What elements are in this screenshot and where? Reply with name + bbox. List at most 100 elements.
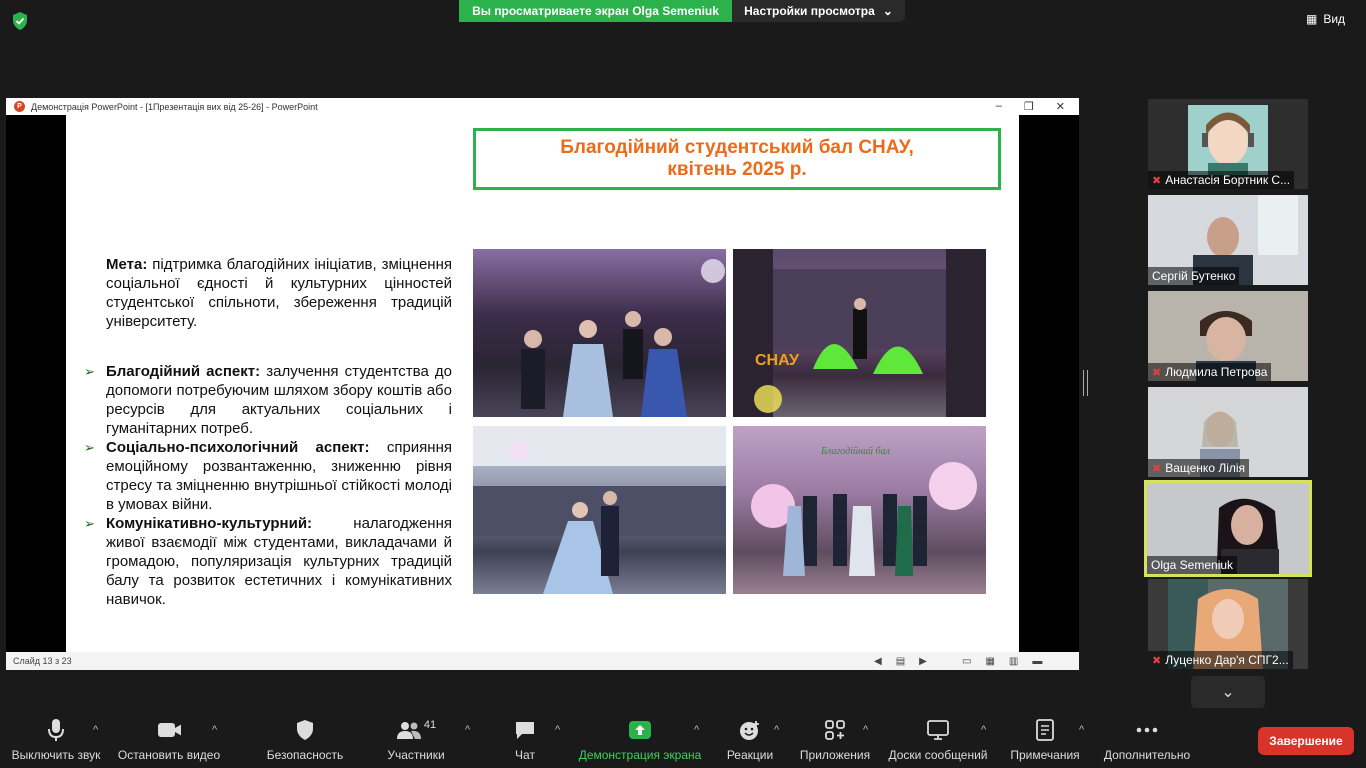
scroll-participants-down-button[interactable]: ⌄ — [1191, 676, 1265, 708]
ball-photo-hall — [473, 426, 726, 594]
participant-tile-active-speaker[interactable]: Olga Semeniuk — [1144, 480, 1312, 577]
security-label: Безопасность — [266, 748, 344, 762]
participants-options-caret-icon[interactable]: ^ — [465, 724, 470, 736]
resize-handle[interactable] — [1083, 370, 1088, 396]
minimize-icon[interactable]: – — [996, 100, 1002, 113]
slideshow-icon[interactable]: ▬ — [1032, 656, 1042, 667]
whiteboards-options-caret-icon[interactable]: ^ — [981, 724, 986, 736]
whiteboards-button[interactable]: Доски сообщений — [886, 712, 990, 768]
end-meeting-button[interactable]: Завершение — [1258, 727, 1354, 755]
participant-tile[interactable]: ✖ Анастасія Бортник С... — [1148, 99, 1308, 189]
close-icon[interactable]: ✕ — [1056, 100, 1065, 113]
notes-button[interactable]: Примечания — [1008, 712, 1082, 768]
screen-share-banner: Вы просматриваете экран Olga Semeniuk На… — [459, 0, 905, 22]
reading-view-icon[interactable]: ▥ — [1009, 656, 1018, 667]
whiteboard-icon — [926, 718, 950, 742]
grid-view-icon: ▦ — [1306, 12, 1318, 26]
stop-video-button[interactable]: Остановить видео — [116, 712, 222, 768]
chat-button[interactable]: Чат — [505, 712, 545, 768]
participant-name: Луценко Дар'я СПГ2... — [1165, 653, 1289, 667]
avatar — [1188, 105, 1268, 175]
goal-paragraph: Мета: підтримка благодійних ініціатив, з… — [106, 255, 452, 331]
ppt-window-title: Демонстрація PowerPoint - [1Презентація … — [31, 101, 318, 112]
previous-slide-icon[interactable]: ◀ — [874, 656, 882, 667]
security-shield-icon — [293, 718, 317, 742]
slide-sorter-icon[interactable]: ▦ — [985, 656, 994, 667]
notes-label: Примечания — [1010, 748, 1080, 762]
powerpoint-logo-icon: P — [14, 101, 25, 112]
arrow-bullet-icon: ➢ — [84, 516, 95, 531]
ball-photo-dance: СНАУ — [733, 249, 986, 417]
view-options-label: Настройки просмотра — [744, 4, 875, 18]
apps-options-caret-icon[interactable]: ^ — [863, 724, 868, 736]
chevron-down-icon: ⌄ — [1221, 684, 1235, 701]
bullet-label: Соціально-психологічний аспект: — [106, 439, 370, 456]
bullet-communicative: ➢ Комунікативно-культурний: налагодження… — [84, 514, 452, 609]
bullet-psychological: ➢ Соціально-психологічний аспект: сприян… — [84, 438, 452, 514]
apps-grid-icon — [823, 718, 847, 742]
security-shield-icon[interactable] — [10, 11, 30, 31]
share-options-caret-icon[interactable]: ^ — [694, 724, 699, 736]
reactions-button[interactable]: Реакции — [722, 712, 778, 768]
end-meeting-label: Завершение — [1269, 734, 1343, 748]
participant-tile[interactable]: ✖ Луценко Дар'я СПГ2... — [1148, 579, 1308, 669]
participant-name: Olga Semeniuk — [1151, 558, 1234, 572]
participant-tile[interactable]: ✖ Людмила Петрова — [1148, 291, 1308, 381]
slide-title-line2: квітень 2025 р. — [667, 159, 807, 180]
participants-count: 41 — [423, 719, 437, 731]
participant-name: Ващенко Лілія — [1165, 461, 1246, 475]
video-options-caret-icon[interactable]: ^ — [212, 724, 217, 736]
ppt-title-bar: P Демонстрація PowerPoint - [1Презентаці… — [6, 98, 1079, 115]
mic-muted-icon: ✖ — [1152, 174, 1162, 187]
share-banner-text: Вы просматриваете экран Olga Semeniuk — [459, 0, 732, 22]
view-options-button[interactable]: Настройки просмотра ⌄ — [732, 0, 905, 22]
ball-photo-procession — [473, 249, 726, 417]
participant-name: Анастасія Бортник С... — [1165, 173, 1291, 187]
view-button-label: Вид — [1323, 12, 1346, 26]
powerpoint-window: P Демонстрація PowerPoint - [1Презентаці… — [6, 98, 1079, 670]
mute-button[interactable]: Выключить звук — [10, 712, 102, 768]
apps-button[interactable]: Приложения — [797, 712, 873, 768]
slide-menu-icon[interactable]: ▤ — [896, 656, 905, 667]
slide-title-line1: Благодійний студентський бал СНАУ, — [560, 137, 914, 158]
svg-text:СНАУ: СНАУ — [755, 352, 800, 369]
mute-label: Выключить звук — [11, 748, 101, 762]
participant-name: Сергій Бутенко — [1152, 269, 1236, 283]
normal-view-icon[interactable]: ▭ — [962, 656, 971, 667]
ball-photo-winners: Благодійний бал — [733, 426, 986, 594]
bullet-label: Комунікативно-культурний: — [106, 515, 313, 532]
security-button[interactable]: Безопасность — [262, 712, 348, 768]
notes-icon — [1033, 718, 1057, 742]
participants-button[interactable]: 41 Участники — [384, 712, 448, 768]
participants-label: Участники — [387, 748, 445, 762]
more-dots-icon — [1135, 718, 1159, 742]
apps-label: Приложения — [799, 748, 871, 762]
slide-counter: Слайд 13 з 23 — [13, 656, 72, 666]
bullet-label: Благодійний аспект: — [106, 363, 261, 380]
audio-options-caret-icon[interactable]: ^ — [93, 724, 98, 736]
svg-text:Благодійний бал: Благодійний бал — [820, 446, 890, 457]
whiteboards-label: Доски сообщений — [888, 748, 988, 762]
ppt-status-bar: Слайд 13 з 23 ◀ ▤ ▶ ▭ ▦ ▥ ▬ — [6, 652, 1079, 670]
reactions-options-caret-icon[interactable]: ^ — [774, 724, 779, 736]
arrow-bullet-icon: ➢ — [84, 364, 95, 379]
stop-video-label: Остановить видео — [117, 748, 221, 762]
chat-label: Чат — [515, 748, 535, 762]
more-label: Дополнительно — [1103, 748, 1191, 762]
chevron-down-icon: ⌄ — [882, 4, 893, 18]
restore-icon[interactable]: ❐ — [1024, 100, 1034, 113]
bullet-charity: ➢ Благодійний аспект: залучення студентс… — [84, 362, 452, 438]
slide-title-box: Благодійний студентський бал СНАУ, квіте… — [473, 128, 1001, 190]
mic-muted-icon: ✖ — [1152, 366, 1162, 379]
share-screen-button[interactable]: Демонстрация экрана — [576, 712, 704, 768]
participant-tile[interactable]: Сергій Бутенко — [1148, 195, 1308, 285]
next-slide-icon[interactable]: ▶ — [919, 656, 927, 667]
reactions-label: Реакции — [726, 748, 774, 762]
participant-tile[interactable]: ✖ Ващенко Лілія — [1148, 387, 1308, 477]
more-button[interactable]: Дополнительно — [1101, 712, 1193, 768]
mic-muted-icon: ✖ — [1152, 654, 1162, 667]
chat-options-caret-icon[interactable]: ^ — [555, 724, 560, 736]
goal-text: підтримка благодійних ініціатив, зміцнен… — [106, 256, 452, 330]
notes-options-caret-icon[interactable]: ^ — [1079, 724, 1084, 736]
view-button[interactable]: ▦ Вид — [1306, 8, 1345, 30]
